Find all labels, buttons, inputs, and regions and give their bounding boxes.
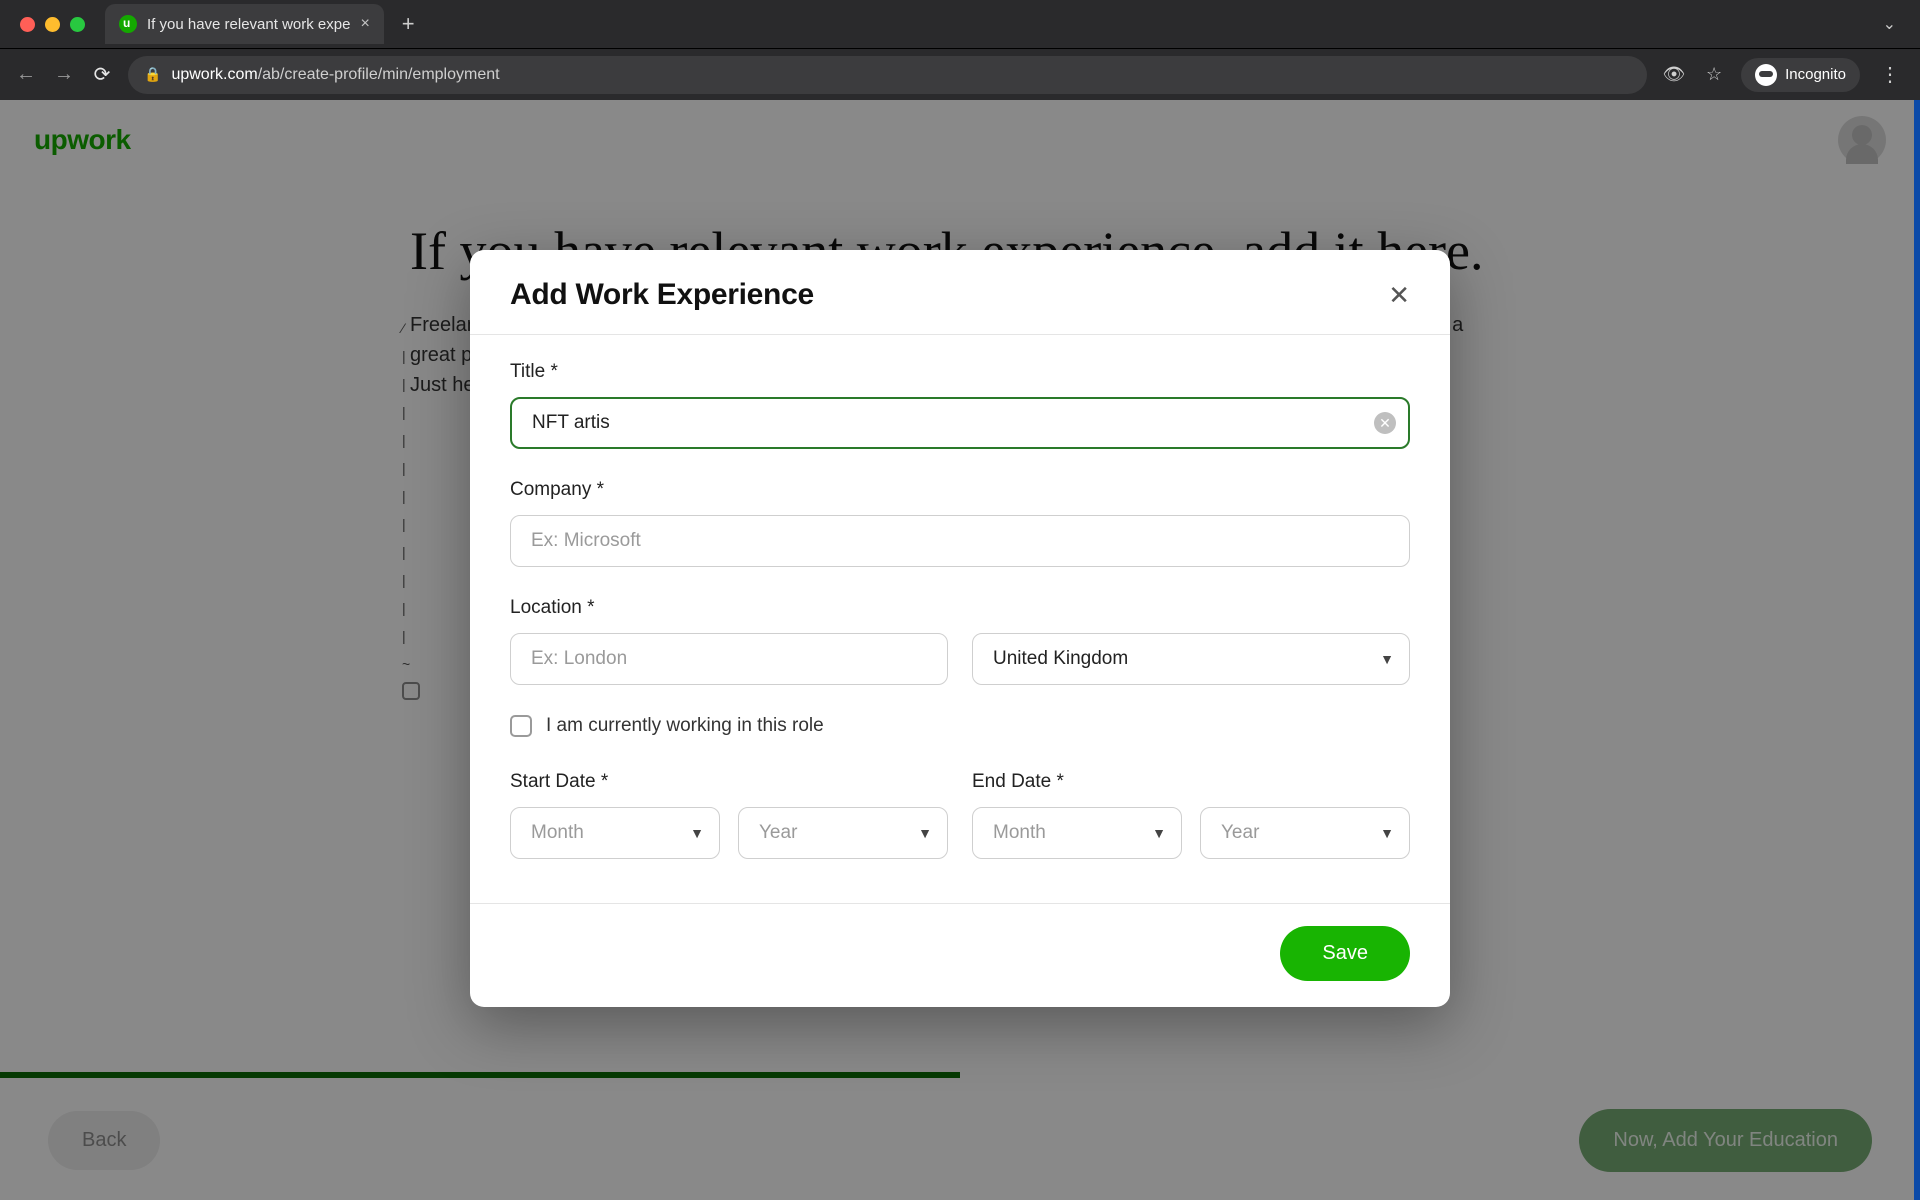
modal-title: Add Work Experience: [510, 278, 814, 312]
bookmark-star-icon[interactable]: ☆: [1701, 64, 1727, 85]
company-label: Company *: [510, 479, 1410, 501]
minimize-window-icon[interactable]: [45, 17, 60, 32]
incognito-label: Incognito: [1785, 66, 1846, 83]
browser-tab[interactable]: If you have relevant work expe ×: [105, 4, 384, 44]
browser-chrome: If you have relevant work expe × + ⌄ ← →…: [0, 0, 1920, 100]
country-select[interactable]: ▼: [972, 633, 1410, 685]
currently-working-label: I am currently working in this role: [546, 715, 824, 737]
title-label: Title *: [510, 361, 1410, 383]
chevron-down-icon: ▼: [1380, 651, 1394, 667]
nav-back-icon[interactable]: ←: [14, 63, 38, 86]
modal-header: Add Work Experience ✕: [470, 250, 1450, 335]
fullscreen-window-icon[interactable]: [70, 17, 85, 32]
chevron-down-icon: ▼: [1152, 825, 1166, 841]
nav-forward-icon: →: [52, 63, 76, 86]
browser-menu-icon[interactable]: ⋮: [1874, 62, 1906, 87]
chevron-down-icon: ▼: [690, 825, 704, 841]
tabs-overflow-icon[interactable]: ⌄: [1883, 14, 1920, 34]
clear-input-icon[interactable]: ✕: [1374, 412, 1396, 434]
modal-body: Title * ✕ Company * Location *: [470, 335, 1450, 903]
new-tab-button[interactable]: +: [394, 11, 423, 37]
end-date-label: End Date *: [972, 771, 1410, 793]
city-input[interactable]: [510, 633, 948, 685]
start-date-label: Start Date *: [510, 771, 948, 793]
start-month-select[interactable]: ▼: [510, 807, 720, 859]
end-year-select[interactable]: ▼: [1200, 807, 1410, 859]
location-label: Location *: [510, 597, 1410, 619]
chevron-down-icon: ▼: [1380, 825, 1394, 841]
url-text: upwork.com/ab/create-profile/min/employm…: [171, 66, 1631, 84]
tab-title: If you have relevant work expe: [147, 16, 350, 33]
lock-icon: 🔒: [144, 66, 161, 83]
currently-working-checkbox[interactable]: [510, 715, 532, 737]
end-month-select[interactable]: ▼: [972, 807, 1182, 859]
window-controls[interactable]: [10, 17, 95, 32]
save-button[interactable]: Save: [1280, 926, 1410, 981]
incognito-icon: [1755, 64, 1777, 86]
incognito-indicator[interactable]: Incognito: [1741, 58, 1860, 92]
upwork-favicon-icon: [119, 15, 137, 33]
tab-strip: If you have relevant work expe × + ⌄: [0, 0, 1920, 48]
omnibox[interactable]: 🔒 upwork.com/ab/create-profile/min/emplo…: [128, 56, 1647, 94]
tracking-protection-icon[interactable]: 👁: [1661, 64, 1687, 85]
address-bar: ← → ⟳ 🔒 upwork.com/ab/create-profile/min…: [0, 48, 1920, 100]
reload-icon[interactable]: ⟳: [90, 62, 114, 87]
title-field-wrap: ✕: [510, 397, 1410, 449]
add-work-experience-modal: Add Work Experience ✕ Title * ✕ Company …: [470, 250, 1450, 1007]
title-input[interactable]: [510, 397, 1410, 449]
page-viewport: upwork If you have relevant work experie…: [0, 100, 1920, 1200]
country-value[interactable]: [972, 633, 1410, 685]
chevron-down-icon: ▼: [918, 825, 932, 841]
company-input[interactable]: [510, 515, 1410, 567]
close-window-icon[interactable]: [20, 17, 35, 32]
modal-footer: Save: [470, 903, 1450, 1007]
tab-close-icon[interactable]: ×: [360, 15, 369, 33]
start-year-select[interactable]: ▼: [738, 807, 948, 859]
modal-close-button[interactable]: ✕: [1388, 280, 1410, 311]
window-scrollbar[interactable]: [1914, 100, 1920, 1200]
